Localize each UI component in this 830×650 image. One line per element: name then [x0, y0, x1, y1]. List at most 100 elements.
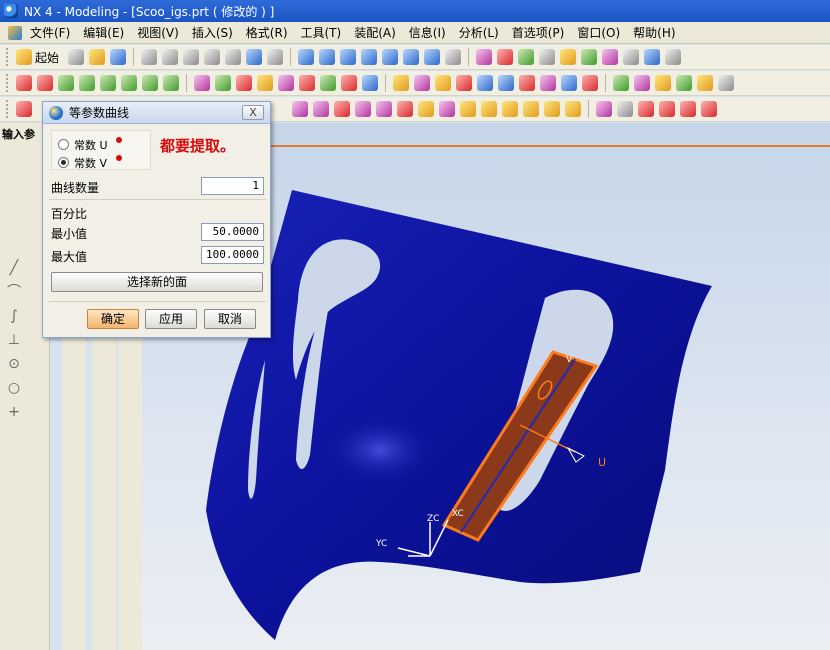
sew-icon[interactable] — [236, 75, 252, 91]
join-icon[interactable] — [561, 75, 577, 91]
spline-icon[interactable] — [313, 101, 329, 117]
edit-5-icon[interactable] — [680, 101, 696, 117]
cross-icon[interactable] — [519, 75, 535, 91]
delete-icon[interactable] — [204, 49, 221, 65]
plate-icon[interactable] — [65, 606, 81, 622]
radio-constant-u-label[interactable]: 常数 U — [74, 137, 108, 153]
combined-icon[interactable] — [397, 101, 413, 117]
light-icon[interactable] — [560, 49, 577, 65]
start-button[interactable]: 起始 — [16, 49, 63, 66]
cylinder-2-icon[interactable] — [95, 622, 111, 638]
edit-4-icon[interactable] — [659, 101, 675, 117]
snap-icon[interactable] — [613, 75, 629, 91]
menu-insert[interactable]: 插入(S) — [188, 24, 242, 41]
split-icon[interactable] — [540, 75, 556, 91]
chevron-icon[interactable] — [121, 444, 137, 460]
edit-3-icon[interactable] — [638, 101, 654, 117]
select-new-face-button[interactable]: 选择新的面 — [51, 272, 263, 292]
curve-count-field[interactable]: 1 — [201, 177, 264, 195]
max-value-field[interactable]: 100.0000 — [201, 246, 264, 264]
face-6-icon[interactable] — [163, 75, 179, 91]
point-icon[interactable] — [334, 101, 350, 117]
shape-icon[interactable] — [65, 558, 81, 574]
isoparm-icon[interactable] — [418, 101, 434, 117]
ring-icon[interactable] — [65, 486, 81, 502]
face-5-icon[interactable] — [142, 75, 158, 91]
fit-view-icon[interactable] — [298, 49, 315, 65]
revolve-icon[interactable] — [95, 358, 111, 374]
edge-2-icon[interactable] — [414, 75, 430, 91]
divide-icon[interactable] — [544, 101, 560, 117]
edge-3-icon[interactable] — [435, 75, 451, 91]
hole-icon[interactable] — [95, 454, 111, 470]
analysis-icon[interactable] — [581, 49, 598, 65]
line-icon[interactable] — [16, 101, 32, 117]
mesh-icon[interactable] — [215, 75, 231, 91]
intersect-icon[interactable] — [582, 75, 598, 91]
snap-active-icon[interactable] — [697, 75, 713, 91]
cube-icon[interactable] — [644, 49, 661, 65]
edit-2-icon[interactable] — [617, 101, 633, 117]
cylinder-icon[interactable] — [65, 366, 81, 382]
edge-5-icon[interactable] — [477, 75, 493, 91]
offset-icon[interactable] — [299, 75, 315, 91]
sketch-icon[interactable] — [539, 49, 556, 65]
snap-5-icon[interactable] — [718, 75, 734, 91]
slab-icon[interactable] — [65, 510, 81, 526]
offset-curve-icon[interactable] — [481, 101, 497, 117]
snap-2-icon[interactable] — [634, 75, 650, 91]
box-icon[interactable] — [65, 414, 81, 430]
cone-icon[interactable] — [95, 430, 111, 446]
curve-icon[interactable] — [16, 75, 32, 91]
intersect-body-icon[interactable] — [121, 564, 137, 580]
layer-icon[interactable] — [476, 49, 493, 65]
measure-icon[interactable] — [602, 49, 619, 65]
menu-preferences[interactable]: 首选项(P) — [508, 24, 574, 41]
menu-info[interactable]: 信息(I) — [405, 24, 455, 41]
cube-blue-icon[interactable] — [95, 598, 111, 614]
open-folder-icon[interactable] — [89, 49, 106, 65]
slot-icon[interactable] — [95, 550, 111, 566]
zoom-icon[interactable] — [340, 49, 357, 65]
min-value-field[interactable]: 50.0000 — [201, 223, 264, 241]
trim-body-icon[interactable] — [121, 420, 137, 436]
subtract-icon[interactable] — [121, 540, 137, 556]
bridge-icon[interactable] — [341, 75, 357, 91]
groove-icon[interactable] — [95, 526, 111, 542]
curve-tool-icon[interactable]: ∫ — [6, 309, 22, 323]
circle-tool-icon[interactable]: ○ — [6, 381, 22, 395]
copy-icon[interactable] — [162, 49, 179, 65]
pattern-icon[interactable] — [121, 468, 137, 484]
tool-red-icon[interactable] — [95, 574, 111, 590]
pad-icon[interactable] — [95, 502, 111, 518]
edge-4-icon[interactable] — [456, 75, 472, 91]
snap-3-icon[interactable] — [655, 75, 671, 91]
ok-button[interactable]: 确定 — [87, 309, 139, 329]
split-body-icon[interactable] — [121, 588, 137, 604]
frame-icon[interactable] — [65, 438, 81, 454]
view-orient-icon[interactable] — [403, 49, 420, 65]
face-icon[interactable] — [58, 75, 74, 91]
menu-file[interactable]: 文件(F) — [26, 24, 79, 41]
menu-analysis[interactable]: 分析(L) — [455, 24, 508, 41]
blend-icon[interactable] — [194, 75, 210, 91]
spline-tool-icon[interactable]: ⌒ — [6, 285, 22, 299]
pocket-icon[interactable] — [95, 478, 111, 494]
rotate-icon[interactable] — [361, 49, 378, 65]
tangent-tool-icon[interactable]: ⊥ — [6, 333, 22, 347]
select-icon[interactable] — [246, 49, 263, 65]
tool-icon[interactable] — [623, 49, 640, 65]
radio-constant-v[interactable] — [58, 157, 69, 168]
radio-constant-u[interactable] — [58, 139, 69, 150]
cut-icon[interactable] — [141, 49, 158, 65]
wave-icon[interactable] — [518, 49, 535, 65]
block-icon[interactable] — [65, 342, 81, 358]
mirror-icon[interactable] — [121, 492, 137, 508]
apply-button[interactable]: 应用 — [145, 309, 197, 329]
project-icon[interactable] — [376, 101, 392, 117]
render-style-icon[interactable] — [445, 49, 462, 65]
snap-4-icon[interactable] — [676, 75, 692, 91]
menu-format[interactable]: 格式(R) — [242, 24, 297, 41]
bars-icon[interactable] — [65, 462, 81, 478]
chamfer-icon[interactable] — [121, 348, 137, 364]
